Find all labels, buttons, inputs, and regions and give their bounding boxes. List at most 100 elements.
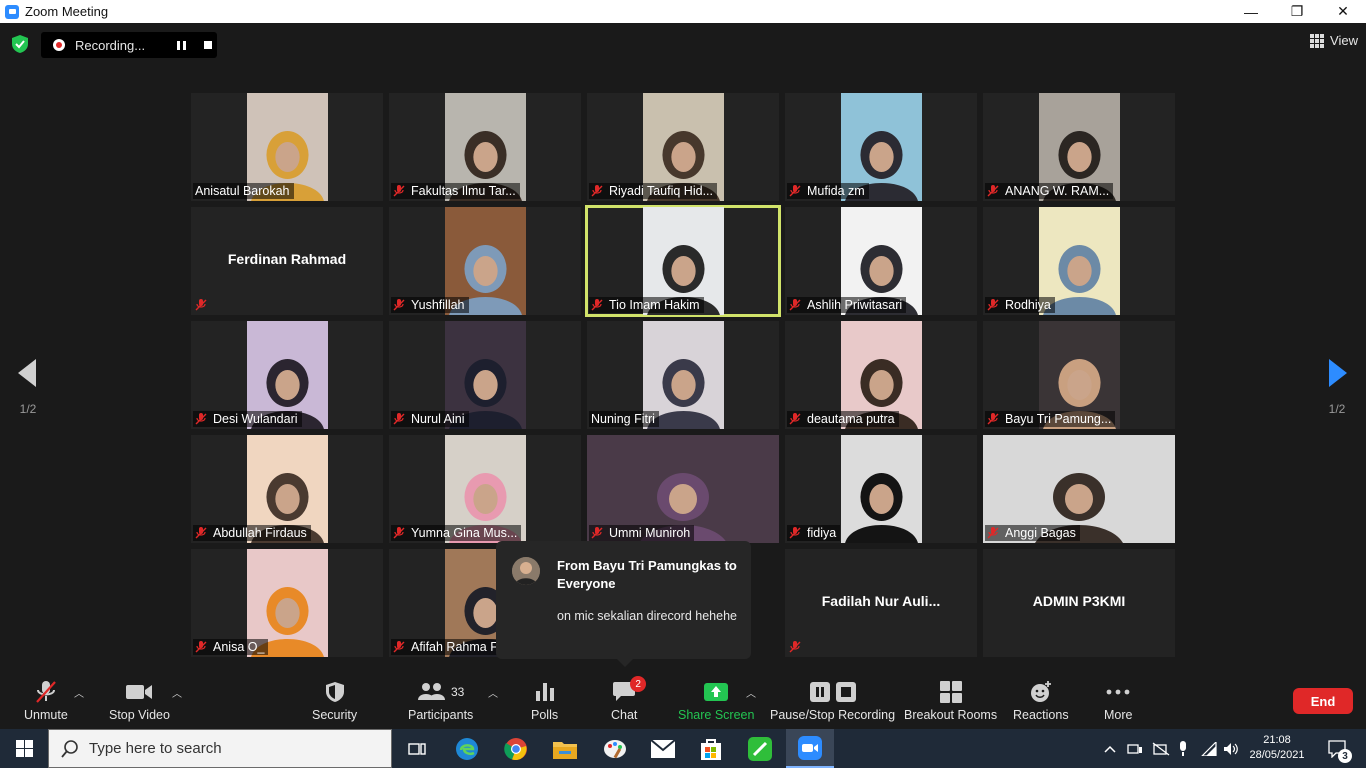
pause-recording-icon[interactable] [177, 40, 186, 50]
share-screen-button[interactable]: Share Screen [678, 679, 754, 722]
participant-tile[interactable]: Ferdinan Rahmad [191, 207, 383, 315]
audio-options-caret-icon[interactable]: ︿ [74, 685, 84, 700]
participant-name: Afifah Rahma F [411, 640, 498, 654]
taskbar-clock[interactable]: 21:08 28/05/2021 [1249, 733, 1305, 763]
breakout-rooms-button[interactable]: Breakout Rooms [904, 679, 997, 722]
participant-tile[interactable]: Abdullah Firdaus [191, 435, 383, 543]
start-button[interactable] [0, 729, 48, 768]
participant-tile[interactable]: Mufida zm [785, 93, 977, 201]
page-indicator-right: 1/2 [1328, 402, 1346, 416]
security-button[interactable]: Security [312, 679, 357, 722]
muted-mic-icon [789, 413, 801, 425]
participant-name-label [193, 297, 217, 313]
participant-name-label: Tio Imam Hakim [589, 297, 704, 313]
reactions-button[interactable]: Reactions [1013, 679, 1069, 722]
participant-tile[interactable]: Anggi Bagas [983, 435, 1175, 543]
participant-tile[interactable]: Nurul Aini [389, 321, 581, 429]
end-meeting-button[interactable]: End [1293, 688, 1353, 714]
title-bar: Zoom Meeting — ❐ ✕ [0, 0, 1366, 23]
tray-network-off[interactable] [1150, 729, 1172, 768]
unmute-button[interactable]: Unmute [24, 679, 68, 722]
participants-count: 33 [450, 685, 465, 699]
chat-notification-popup[interactable]: From Bayu Tri Pamungkas to Everyone on m… [496, 541, 751, 667]
polls-button[interactable]: Polls [531, 679, 558, 722]
participant-name-label: Afifah Rahma F [391, 639, 502, 655]
tray-volume[interactable] [1220, 729, 1242, 768]
taskbar-paint[interactable] [596, 729, 634, 768]
taskbar-edge[interactable] [448, 729, 486, 768]
participant-tile[interactable]: Bayu Tri Pamung... [983, 321, 1175, 429]
taskbar-line-app[interactable] [741, 729, 779, 768]
taskbar-zoom[interactable] [786, 729, 834, 768]
chat-button[interactable]: 2 Chat [611, 676, 647, 722]
taskbar-search[interactable]: Type here to search [48, 729, 392, 768]
participant-name: deautama putra [807, 412, 895, 426]
next-page-nav[interactable]: 1/2 [1327, 359, 1347, 416]
participant-name: Rodhiya [1005, 298, 1051, 312]
participant-tile[interactable]: Riyadi Taufiq Hid... [587, 93, 779, 201]
participant-name: Anisatul Barokah [195, 184, 290, 198]
taskbar-chrome[interactable] [497, 729, 535, 768]
tray-microphone[interactable] [1174, 729, 1192, 768]
participants-label: Participants [408, 708, 474, 722]
arrow-right-icon[interactable] [1327, 359, 1347, 387]
participant-name-label: deautama putra [787, 411, 899, 427]
more-button[interactable]: More [1104, 679, 1132, 722]
stop-recording-icon[interactable] [204, 41, 212, 49]
minimize-button[interactable]: — [1228, 0, 1274, 23]
encryption-shield-icon[interactable] [12, 35, 28, 53]
video-options-caret-icon[interactable]: ︿ [172, 685, 182, 700]
chat-sender: From Bayu Tri Pamungkas to Everyone [557, 558, 737, 591]
participant-tile[interactable]: Ashlih Priwitasari [785, 207, 977, 315]
grid-view-icon [1310, 33, 1325, 48]
participant-tile[interactable]: Nuning Fitri [587, 321, 779, 429]
participant-name-label: Rodhiya [985, 297, 1055, 313]
arrow-left-icon[interactable] [18, 359, 38, 387]
participant-tile[interactable]: Anisatul Barokah [191, 93, 383, 201]
chat-unread-badge: 2 [630, 676, 647, 692]
participant-name-placeholder: Fadilah Nur Auli... [821, 593, 941, 609]
tray-wifi[interactable] [1198, 729, 1220, 768]
show-hidden-icons-button[interactable] [1100, 729, 1120, 768]
taskbar-file-explorer[interactable] [546, 729, 584, 768]
participant-tile[interactable]: Anisa O_ [191, 549, 383, 657]
participant-name-label: Nuning Fitri [589, 411, 659, 427]
participant-tile[interactable]: fidiya [785, 435, 977, 543]
view-button[interactable]: View [1310, 33, 1358, 48]
notification-center-button[interactable]: 3 [1318, 729, 1358, 768]
participant-name: fidiya [807, 526, 837, 540]
participant-tile[interactable]: ADMIN P3KMI [983, 549, 1175, 657]
participant-tile[interactable]: ANANG W. RAM... [983, 93, 1175, 201]
muted-mic-icon [195, 299, 207, 311]
participants-options-caret-icon[interactable]: ︿ [488, 685, 498, 700]
muted-mic-icon [789, 185, 801, 197]
participant-tile[interactable]: Yumna Gina Mus... [389, 435, 581, 543]
participant-tile[interactable]: Fadilah Nur Auli... [785, 549, 977, 657]
participant-tile[interactable]: deautama putra [785, 321, 977, 429]
participant-tile[interactable]: Rodhiya [983, 207, 1175, 315]
pause-stop-recording-button[interactable]: Pause/Stop Recording [770, 679, 895, 722]
restore-button[interactable]: ❐ [1274, 0, 1320, 23]
close-button[interactable]: ✕ [1320, 0, 1366, 23]
participant-tile[interactable]: Desi Wulandari [191, 321, 383, 429]
zoom-app-icon [798, 735, 822, 760]
taskbar-store[interactable] [692, 729, 730, 768]
participants-button[interactable]: 33 Participants [408, 679, 473, 722]
stop-video-button[interactable]: Stop Video [109, 679, 170, 722]
taskbar-mail[interactable] [644, 729, 682, 768]
task-view-button[interactable] [398, 729, 436, 768]
participant-tile[interactable]: Fakultas Ilmu Tar... [389, 93, 581, 201]
muted-mic-icon [987, 527, 999, 539]
participant-tile[interactable]: Ummi Muniroh [587, 435, 779, 543]
tray-device[interactable] [1124, 729, 1146, 768]
participant-name-label [787, 639, 811, 655]
task-view-icon [408, 742, 426, 755]
store-bag-icon [701, 738, 721, 760]
participant-tile[interactable]: Tio Imam Hakim [585, 205, 781, 317]
more-label: More [1104, 708, 1133, 722]
participant-tile[interactable]: Yushfillah [389, 207, 581, 315]
participant-video [841, 435, 922, 543]
share-options-caret-icon[interactable]: ︿ [746, 685, 756, 700]
microphone-icon [1180, 740, 1186, 756]
prev-page-nav[interactable]: 1/2 [18, 359, 38, 416]
